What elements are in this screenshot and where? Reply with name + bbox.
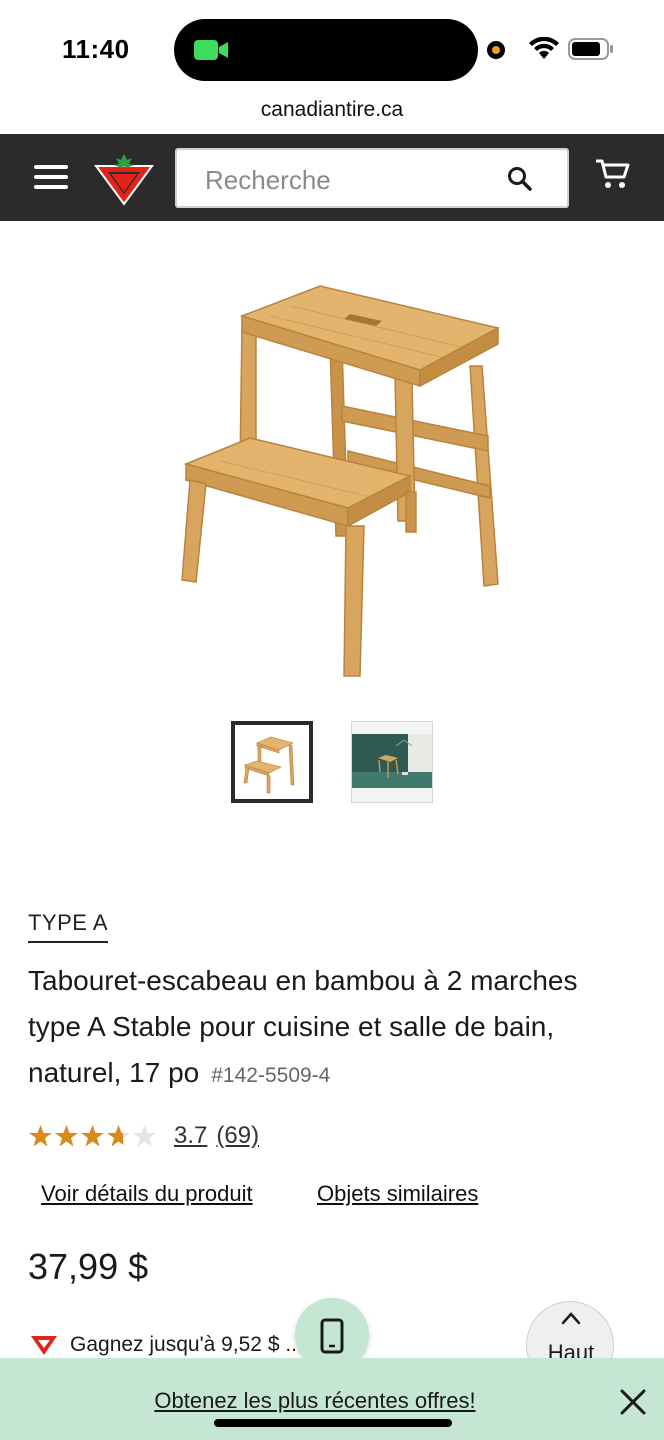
site-header: Recherche	[0, 134, 664, 221]
battery-icon	[568, 38, 613, 60]
thumbnail-room-image	[352, 722, 432, 802]
offers-link[interactable]: Obtenez les plus récentes offres!	[0, 1388, 630, 1414]
cart-icon[interactable]	[596, 158, 630, 190]
star-icon	[29, 1125, 52, 1147]
empty-star-icon	[133, 1125, 156, 1147]
phone-icon	[320, 1318, 344, 1354]
clock: 11:40	[62, 34, 130, 64]
status-bar: 11:40 canadiantire.ca	[0, 0, 664, 121]
rating-value[interactable]: 3.7	[174, 1122, 207, 1150]
half-star-icon	[107, 1125, 130, 1147]
home-indicator	[214, 1419, 452, 1427]
review-count[interactable]: (69)	[216, 1122, 259, 1150]
offers-banner: Obtenez les plus récentes offres!	[0, 1358, 664, 1440]
chevron-up-icon	[561, 1312, 581, 1325]
dynamic-island	[174, 19, 478, 81]
camera-icon	[194, 40, 228, 60]
close-icon[interactable]	[620, 1389, 646, 1415]
wifi-icon	[529, 37, 559, 59]
canadian-tire-logo[interactable]	[94, 152, 154, 208]
star-icon	[81, 1125, 104, 1147]
search-icon[interactable]	[507, 166, 533, 192]
privacy-indicator	[487, 41, 505, 59]
address-bar-url[interactable]: canadiantire.ca	[0, 98, 664, 122]
menu-icon[interactable]	[34, 165, 68, 191]
product-details-link[interactable]: Voir détails du produit	[41, 1181, 253, 1207]
rating-row[interactable]: 3.7 (69)	[28, 1120, 259, 1152]
ct-triangle-icon	[31, 1336, 57, 1355]
product-sku: #142-5509-4	[211, 1064, 331, 1087]
product-price: 37,99 $	[28, 1246, 149, 1287]
search-input[interactable]: Recherche	[175, 148, 569, 208]
product-image[interactable]	[170, 276, 520, 686]
brand-link[interactable]: TYPE A	[28, 910, 109, 943]
thumbnail-1[interactable]	[231, 721, 313, 803]
thumbnail-stool-image	[243, 736, 295, 794]
search-placeholder: Recherche	[205, 165, 331, 195]
similar-items-link[interactable]: Objets similaires	[317, 1181, 478, 1207]
product-title: Tabouret-escabeau en bambou à 2 marches …	[28, 958, 628, 1099]
star-icon	[55, 1125, 78, 1147]
thumbnail-2[interactable]	[351, 721, 433, 803]
star-rating	[28, 1124, 157, 1148]
